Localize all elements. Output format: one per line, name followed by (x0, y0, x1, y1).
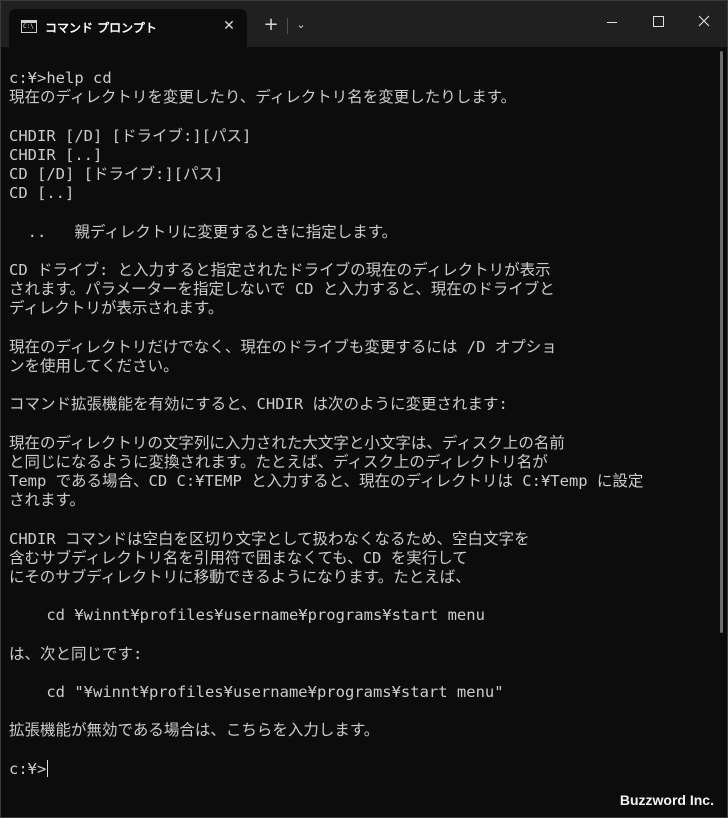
console-line: コマンド拡張機能を有効にすると、CHDIR は次のように変更されます: (9, 395, 508, 414)
console-line: c:¥>help cd (9, 69, 112, 87)
tab-command-prompt[interactable]: C:\ コマンド プロンプト ✕ (9, 9, 247, 47)
command-prompt-icon: C:\ (21, 20, 37, 33)
console-line: cd "¥winnt¥profiles¥username¥programs¥st… (9, 683, 504, 701)
close-window-button[interactable] (681, 1, 727, 41)
terminal-window: C:\ コマンド プロンプト ✕ + ⌄ c:¥>help cd 現在のディレクト… (0, 0, 728, 818)
console-line: Temp である場合、CD C:¥TEMP と入力すると、現在のディレクトリは … (9, 471, 644, 490)
maximize-button[interactable] (635, 1, 681, 41)
new-tab-button[interactable]: + (261, 15, 281, 35)
console-line: されます。パラメーターを指定しないで CD と入力すると、現在のドライブと (9, 280, 555, 299)
tab-close-icon[interactable]: ✕ (221, 18, 237, 34)
console-line: にそのサブディレクトリに移動できるようになります。たとえば、 (9, 567, 471, 586)
scrollbar[interactable] (720, 51, 723, 633)
console-line: 現在のディレクトリの文字列に入力された大文字と小文字は、ディスク上の名前 (9, 433, 565, 452)
console-line: CD ドライブ: と入力すると指定されたドライブの現在のディレクトリが表示 (9, 260, 551, 279)
command-prompt-icon-text: C:\ (23, 23, 34, 30)
console-line: .. 親ディレクトリに変更するときに指定します。 (9, 222, 398, 241)
tab-dropdown-button[interactable]: ⌄ (291, 15, 311, 35)
console-line: CHDIR コマンドは空白を区切り文字として扱わなくなるため、空白文字を (9, 529, 530, 548)
console-line: ンを使用してください。 (9, 356, 179, 375)
minimize-icon (607, 22, 617, 23)
console-line: と同じになるように変換されます。たとえば、ディスク上のディレクトリ名が (9, 452, 548, 471)
console-line: は、次と同じです: (9, 644, 143, 663)
watermark: Buzzword Inc. (619, 792, 714, 808)
console-line: cd ¥winnt¥profiles¥username¥programs¥sta… (9, 606, 485, 625)
tab-title: コマンド プロンプト (45, 21, 157, 35)
console-output[interactable]: c:¥>help cd 現在のディレクトリを変更したり、ディレクトリ名を変更したり… (9, 69, 715, 789)
console-line: 現在のディレクトリを変更したり、ディレクトリ名を変更したりします。 (9, 88, 517, 107)
tab-separator (287, 18, 288, 34)
console-line: CD [..] (9, 184, 75, 203)
text-cursor (47, 759, 49, 777)
maximize-icon (653, 16, 664, 27)
console-line: CHDIR [/D] [ドライブ:][パス] (9, 126, 252, 145)
console-line: 含むサブディレクトリ名を引用符で囲まなくても、CD を実行して (9, 548, 468, 567)
console-line: CHDIR [..] (9, 145, 103, 164)
minimize-button[interactable] (589, 1, 635, 41)
console-line: されます。 (9, 491, 85, 510)
console-prompt-line: c:¥> (9, 759, 49, 778)
close-icon (698, 15, 710, 27)
console-line: CD [/D] [ドライブ:][パス] (9, 164, 224, 183)
console-line: 現在のディレクトリだけでなく、現在のドライブも変更するには /D オプショ (9, 337, 557, 356)
console-line: ディレクトリが表示されます。 (9, 299, 224, 318)
console-line: 拡張機能が無効である場合は、こちらを入力します。 (9, 721, 380, 740)
title-bar: C:\ コマンド プロンプト ✕ + ⌄ (1, 1, 727, 47)
